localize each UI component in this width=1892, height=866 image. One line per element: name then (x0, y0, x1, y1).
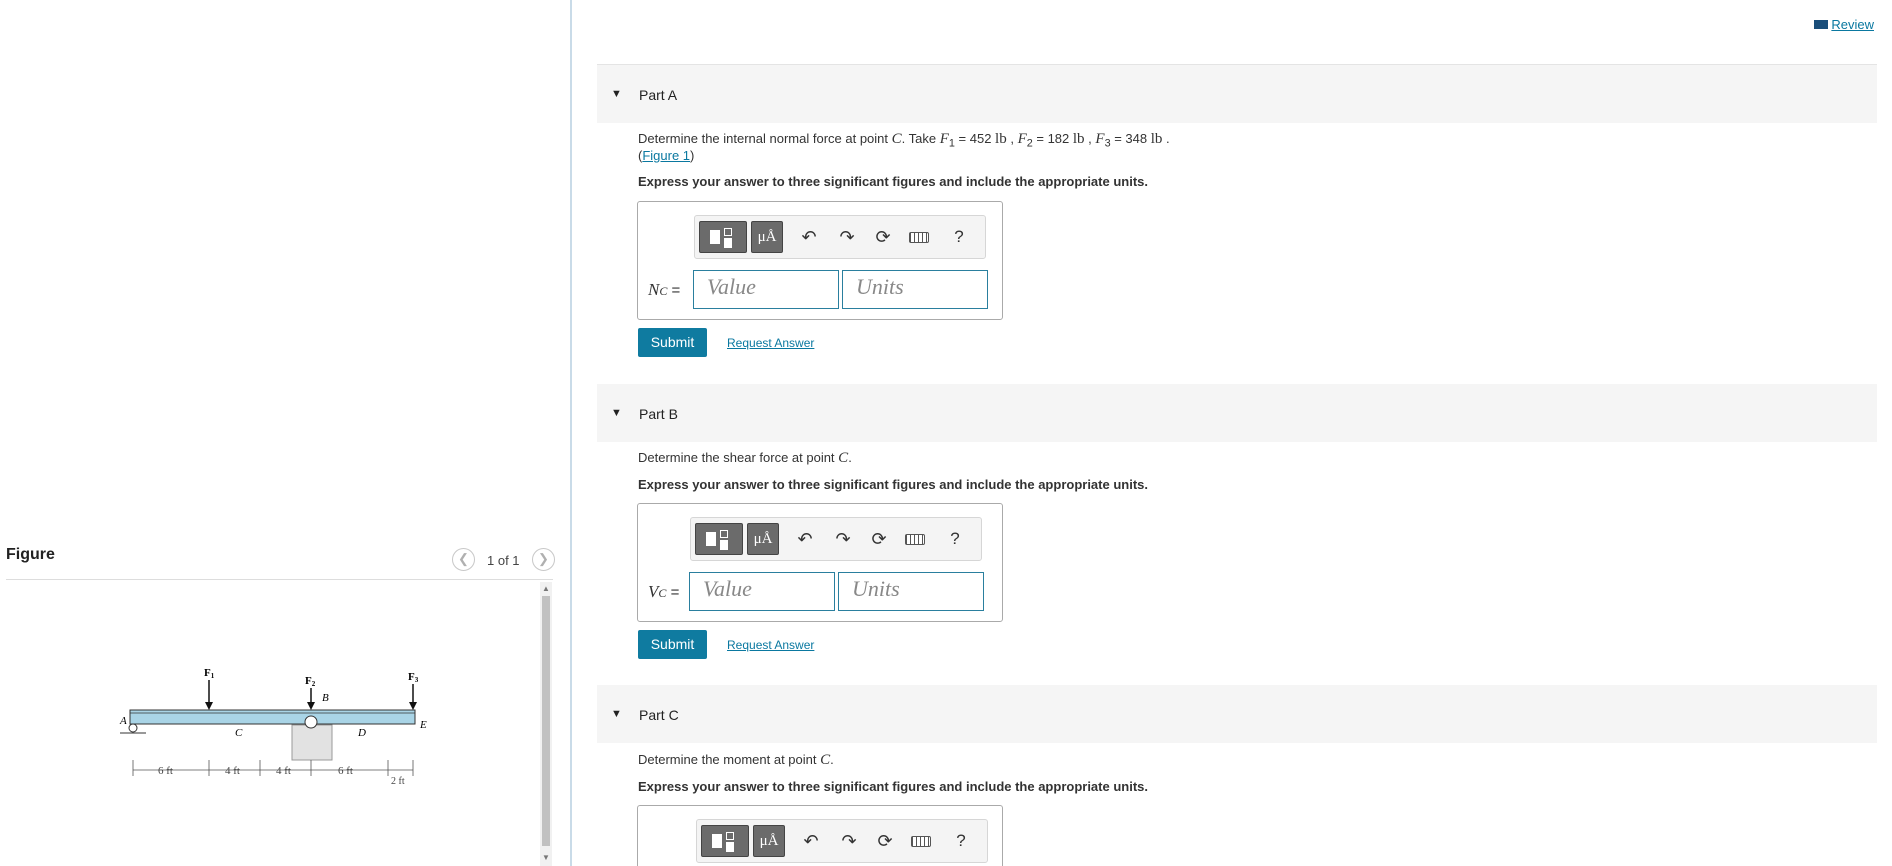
force-label-1: F1 (204, 667, 215, 680)
chevron-right-icon: ❯ (538, 551, 549, 566)
units-input[interactable]: Units (838, 572, 984, 611)
dimension-label-2: 4 ft (225, 765, 240, 777)
help-button[interactable]: ? (943, 527, 967, 551)
scroll-down-arrow-icon[interactable]: ▼ (542, 854, 550, 862)
units-symbols-button[interactable]: μÅ (747, 523, 779, 555)
point-label-b: B (322, 692, 329, 704)
beam (129, 709, 416, 725)
templates-button[interactable] (701, 825, 749, 857)
point-label-c: C (235, 727, 243, 739)
figure-divider (6, 579, 553, 580)
templates-button[interactable] (695, 523, 743, 555)
undo-icon[interactable]: ↶ (793, 527, 817, 551)
request-answer-link[interactable]: Request Answer (727, 638, 814, 652)
previous-figure-button[interactable]: ❮ (452, 548, 475, 571)
equation-toolbar: μÅ ↶ ↷ ⟳ ? (690, 517, 982, 561)
support-b (291, 724, 333, 761)
part-b-question: Determine the shear force at point C. (638, 450, 852, 466)
reset-icon[interactable]: ⟳ (871, 225, 895, 249)
book-icon (1814, 20, 1829, 29)
part-a-header[interactable]: ▼ Part A (597, 65, 1877, 123)
submit-button[interactable]: Submit (638, 328, 707, 357)
figure-scrollbar[interactable]: ▲ ▼ (540, 582, 552, 866)
chevron-left-icon: ❮ (458, 551, 469, 566)
dimension-label-3: 4 ft (276, 765, 291, 777)
undo-icon[interactable]: ↶ (797, 225, 821, 249)
part-a-answer-box: μÅ ↶ ↷ ⟳ ? NC = Value Units (637, 201, 1003, 320)
pin-support-a (128, 723, 138, 733)
part-c-instruction: Express your answer to three significant… (638, 779, 1148, 794)
collapse-caret-icon[interactable]: ▼ (611, 88, 622, 100)
variable-label: NC = (648, 280, 681, 299)
force-label-2: F2 (305, 675, 316, 688)
part-title: Part A (639, 87, 678, 103)
collapse-caret-icon[interactable]: ▼ (611, 407, 622, 419)
part-b-instruction: Express your answer to three significant… (638, 477, 1148, 492)
value-input[interactable]: Value (693, 270, 839, 309)
figure-link[interactable]: Figure 1 (642, 148, 690, 163)
review-link[interactable]: Review (1814, 17, 1874, 32)
collapse-caret-icon[interactable]: ▼ (611, 708, 622, 720)
reset-icon[interactable]: ⟳ (867, 527, 891, 551)
part-title: Part C (639, 707, 679, 723)
scrollbar-thumb[interactable] (542, 596, 550, 846)
request-answer-link[interactable]: Request Answer (727, 336, 814, 350)
reset-icon[interactable]: ⟳ (873, 829, 897, 853)
point-label-d: D (357, 727, 366, 739)
pin-b (304, 715, 318, 729)
part-c-question: Determine the moment at point C. (638, 752, 834, 768)
figure-title: Figure (6, 546, 55, 563)
units-symbols-button[interactable]: μÅ (751, 221, 783, 253)
dimension-label-1: 6 ft (158, 765, 173, 777)
keyboard-icon[interactable] (909, 829, 933, 853)
point-label-e: E (419, 719, 427, 731)
force-label-3: F3 (408, 671, 419, 684)
next-figure-button[interactable]: ❯ (532, 548, 555, 571)
part-c-header[interactable]: ▼ Part C (597, 685, 1877, 743)
figure-panel: Figure ❮ 1 of 1 ❯ F1 F2 F3 A B C D E 6 f… (0, 0, 570, 866)
figure-page-counter: 1 of 1 (487, 553, 520, 568)
part-b-answer-box: μÅ ↶ ↷ ⟳ ? VC = Value Units (637, 503, 1003, 622)
keyboard-icon[interactable] (907, 225, 931, 249)
force-arrowhead-2 (307, 702, 315, 710)
submit-button[interactable]: Submit (638, 630, 707, 659)
units-input[interactable]: Units (842, 270, 988, 309)
redo-icon[interactable]: ↷ (835, 225, 859, 249)
part-c-answer-box: μÅ ↶ ↷ ⟳ ? (637, 805, 1003, 866)
equation-toolbar: μÅ ↶ ↷ ⟳ ? (696, 819, 988, 863)
templates-button[interactable] (699, 221, 747, 253)
part-b-header[interactable]: ▼ Part B (597, 384, 1877, 442)
part-title: Part B (639, 406, 678, 422)
help-button[interactable]: ? (947, 225, 971, 249)
undo-icon[interactable]: ↶ (799, 829, 823, 853)
figure-link-line: (Figure 1) (638, 148, 695, 163)
panel-divider (570, 0, 572, 866)
equation-toolbar: μÅ ↶ ↷ ⟳ ? (694, 215, 986, 259)
beam-figure: F1 F2 F3 A B C D E 6 ft 4 ft 4 ft 6 ft 2… (119, 667, 427, 787)
redo-icon[interactable]: ↷ (831, 527, 855, 551)
keyboard-icon[interactable] (903, 527, 927, 551)
part-a-question: Determine the internal normal force at p… (638, 131, 1170, 150)
dimension-label-5: 2 ft (391, 776, 405, 787)
variable-label: VC = (648, 582, 680, 601)
dimension-label-4: 6 ft (338, 765, 353, 777)
scroll-up-arrow-icon[interactable]: ▲ (542, 585, 550, 593)
part-a-instruction: Express your answer to three significant… (638, 174, 1148, 189)
redo-icon[interactable]: ↷ (837, 829, 861, 853)
point-label-a: A (119, 715, 127, 727)
force-arrowhead-1 (205, 702, 213, 710)
force-arrowhead-3 (409, 702, 417, 710)
value-input[interactable]: Value (689, 572, 835, 611)
help-button[interactable]: ? (949, 829, 973, 853)
units-symbols-button[interactable]: μÅ (753, 825, 785, 857)
